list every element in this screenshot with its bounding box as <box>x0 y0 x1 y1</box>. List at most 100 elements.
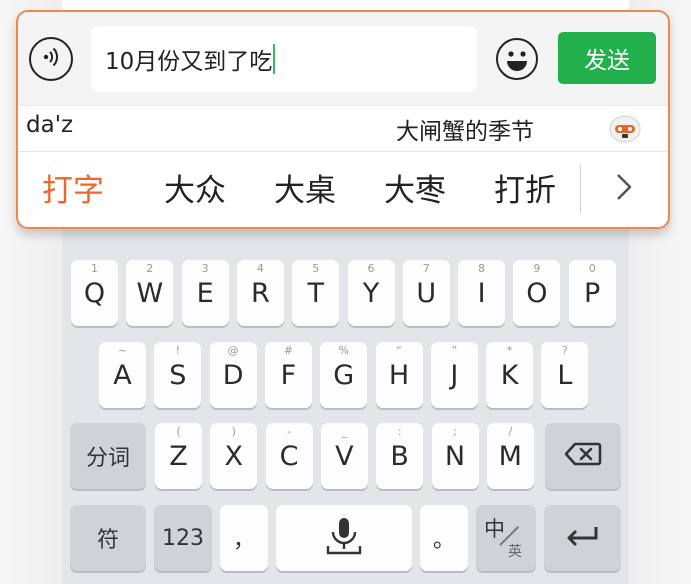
key-i[interactable]: 8I <box>458 260 506 326</box>
comma-key[interactable]: ， <box>220 505 268 571</box>
key-y[interactable]: 6Y <box>347 260 395 326</box>
candidate-bar: 打字 大众 大桌 大枣 打折 <box>18 151 668 227</box>
candidate-item[interactable]: 大桌 <box>274 165 336 210</box>
key-label: X <box>224 440 244 472</box>
key-secondary-label: ; <box>453 425 457 438</box>
key-p[interactable]: 0P <box>568 260 616 326</box>
key-label: C <box>279 440 299 472</box>
key-secondary-label: @ <box>227 344 239 357</box>
key-label: R <box>251 277 270 309</box>
send-button[interactable]: 发送 <box>558 32 656 84</box>
backspace-key[interactable] <box>545 423 621 489</box>
key-secondary-label: ” <box>451 344 458 357</box>
key-c[interactable]: -C <box>265 423 313 489</box>
language-switch-key[interactable]: 中 英 <box>476 505 536 571</box>
key-b[interactable]: :B <box>376 423 424 489</box>
key-k[interactable]: * K <box>486 342 534 408</box>
key-secondary-label: / <box>508 425 513 438</box>
key-secondary-label: * <box>506 344 513 357</box>
candidate-item[interactable]: 打字 <box>42 165 104 210</box>
backspace-icon <box>564 442 602 470</box>
key-secondary-label: _ <box>341 425 348 438</box>
enter-icon <box>564 524 602 552</box>
key-z[interactable]: (Z <box>155 423 202 489</box>
key-w[interactable]: 2W <box>126 260 174 326</box>
voice-toggle-button[interactable] <box>29 37 73 81</box>
key-secondary-label: 0 <box>588 262 596 275</box>
key-q[interactable]: 1Q <box>71 260 118 326</box>
key-secondary-label: ~ <box>117 344 128 357</box>
segment-key-label: 分词 <box>85 446 130 471</box>
key-s[interactable]: ! S <box>154 342 202 408</box>
key-label: Q <box>83 277 106 309</box>
key-n[interactable]: ; N <box>431 423 479 489</box>
language-sub-label: 英 <box>508 544 522 560</box>
key-label: E <box>196 277 214 309</box>
key-label: O <box>526 277 548 309</box>
key-a[interactable]: ~ A <box>99 342 146 408</box>
key-secondary-label: 4 <box>256 262 264 275</box>
smiley-icon <box>498 51 536 82</box>
chevron-right-icon <box>615 172 633 206</box>
key-secondary-label: 5 <box>312 262 320 275</box>
key-o[interactable]: 9O <box>513 260 561 326</box>
period-key[interactable]: 。 <box>420 505 468 571</box>
key-secondary-label: # <box>283 344 293 357</box>
period-key-label: 。 <box>432 528 455 553</box>
key-h[interactable]: “H <box>375 342 423 408</box>
key-label: G <box>333 359 355 391</box>
key-secondary-label: 1 <box>91 262 98 275</box>
key-label: D <box>222 359 244 391</box>
key-label: I <box>477 277 486 309</box>
key-label: T <box>307 277 324 309</box>
key-j[interactable]: ” J <box>430 342 478 408</box>
key-label: J <box>450 359 459 391</box>
send-button-label: 发送 <box>584 48 630 74</box>
number-key-label: 123 <box>162 525 204 551</box>
key-label: Z <box>169 440 188 472</box>
key-label: W <box>136 277 164 309</box>
key-label: M <box>498 440 522 472</box>
key-label: A <box>113 359 132 391</box>
key-l[interactable]: ? L <box>541 342 589 408</box>
key-label: L <box>557 359 573 391</box>
key-e[interactable]: 3E <box>181 260 229 326</box>
key-secondary-label: 8 <box>478 262 486 275</box>
emoji-button[interactable] <box>496 38 538 80</box>
key-label: P <box>584 277 601 309</box>
prediction-hint[interactable]: 大闸蟹的季节 <box>396 112 534 146</box>
more-candidates-button[interactable] <box>610 169 638 209</box>
key-r[interactable]: 4R <box>236 260 284 326</box>
message-text-field[interactable]: 10月份又到了吃 <box>91 26 477 92</box>
key-label: F <box>280 359 297 391</box>
key-d[interactable]: @ D <box>209 342 257 408</box>
message-text: 10月份又到了吃 <box>105 49 273 75</box>
candidate-item[interactable]: 打折 <box>494 165 556 210</box>
key-u[interactable]: 7U <box>402 260 450 326</box>
key-v[interactable]: _ V <box>320 423 368 489</box>
language-main-label: 中 <box>484 517 505 541</box>
candidate-item[interactable]: 大众 <box>164 165 226 210</box>
text-caret <box>273 44 276 74</box>
key-label: B <box>390 440 409 472</box>
number-key[interactable]: 123 <box>154 505 212 571</box>
key-x[interactable]: ) X <box>210 423 258 489</box>
segment-key[interactable]: 分词 <box>70 423 146 489</box>
candidate-item[interactable]: 大枣 <box>384 165 446 210</box>
key-secondary-label: 6 <box>367 262 375 275</box>
mascot-icon[interactable] <box>608 112 642 144</box>
key-secondary-label: % <box>338 344 349 357</box>
key-t[interactable]: 5T <box>292 260 340 326</box>
key-secondary-label: 3 <box>201 262 209 275</box>
key-secondary-label: ( <box>176 425 181 438</box>
symbol-key[interactable]: 符 <box>70 505 146 571</box>
key-g[interactable]: % G <box>320 342 368 408</box>
enter-key[interactable] <box>544 505 621 571</box>
message-input-row: 10月份又到了吃 发送 <box>18 12 668 105</box>
space-voice-key[interactable] <box>276 505 412 571</box>
voice-wave-icon <box>38 44 64 74</box>
key-label: V <box>335 440 354 472</box>
key-secondary-label: - <box>287 425 292 438</box>
key-m[interactable]: / M <box>486 423 534 489</box>
key-f[interactable]: # F <box>264 342 312 408</box>
